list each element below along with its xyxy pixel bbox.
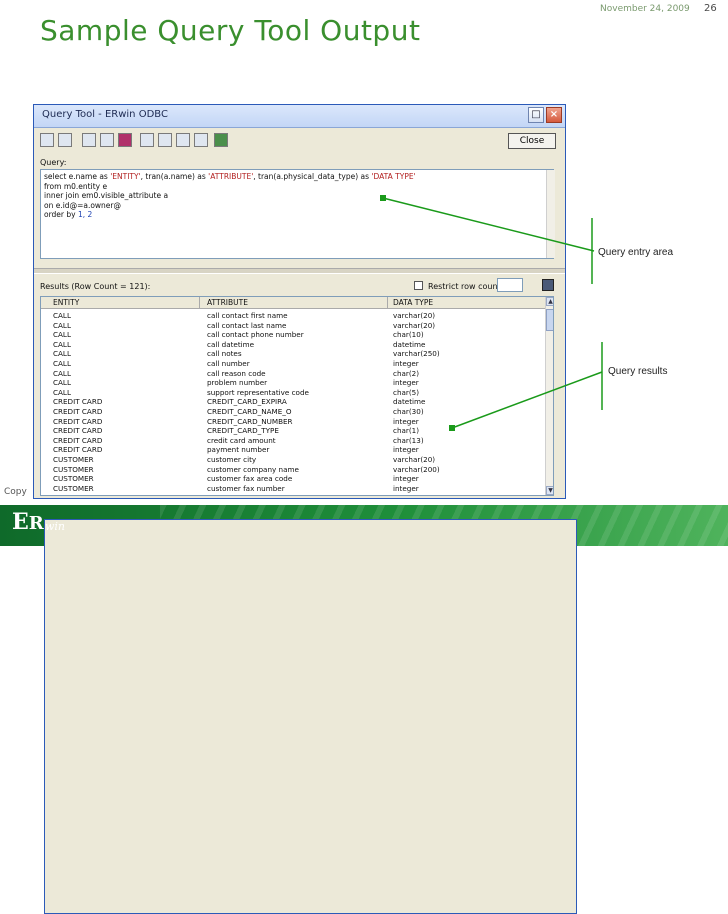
- query-entry-marker: [380, 195, 386, 201]
- annotation-overlay: [380, 195, 603, 431]
- query-results-annotation: Query results: [608, 366, 668, 377]
- query-results-pointer-line: [451, 371, 603, 429]
- query-results-marker: [449, 425, 455, 431]
- query-entry-pointer-line: [382, 197, 595, 252]
- query-entry-annotation: Query entry area: [598, 247, 674, 258]
